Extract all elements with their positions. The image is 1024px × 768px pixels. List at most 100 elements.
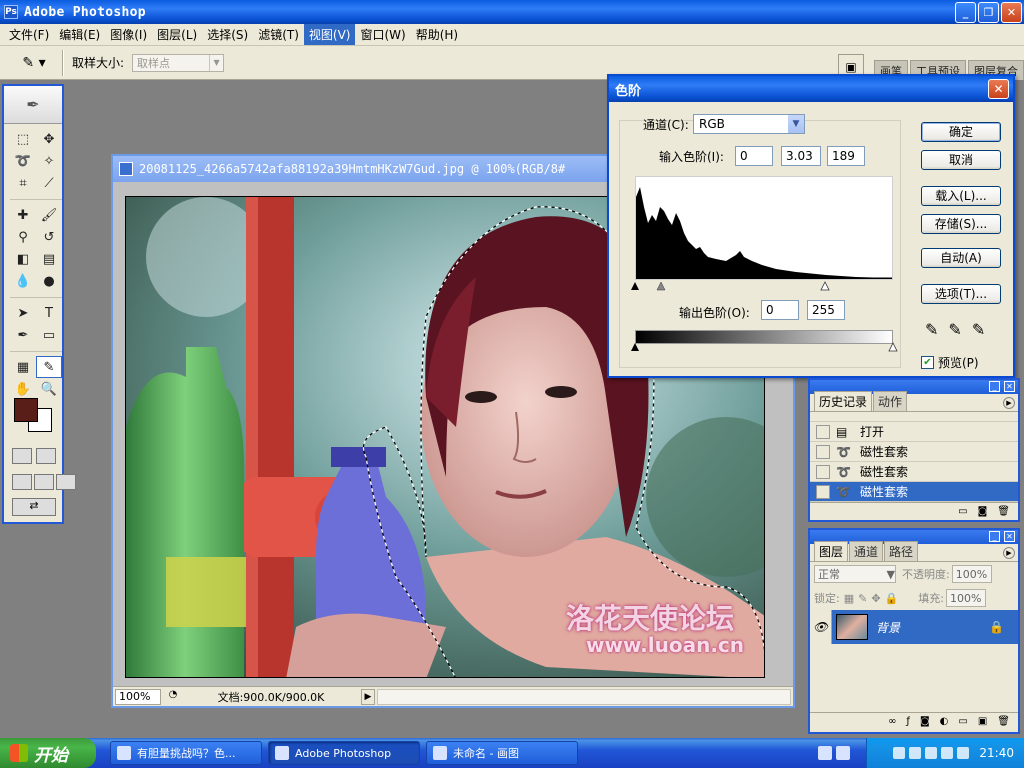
history-item-selected[interactable]: ➰ 磁性套索 — [810, 482, 1018, 502]
history-item[interactable]: ➰ 磁性套索 — [810, 442, 1018, 462]
cancel-button[interactable]: 取消 — [921, 150, 1001, 170]
hand-tool-icon[interactable]: ✋ — [10, 378, 36, 400]
layer-row-background[interactable]: 👁 背景 🔒 — [810, 610, 1018, 644]
menu-help[interactable]: 帮助(H) — [411, 24, 463, 45]
status-menu-arrow-icon[interactable]: ▶ — [361, 688, 375, 705]
notes-tool-icon[interactable]: ▦ — [10, 356, 36, 378]
menu-window[interactable]: 窗口(W) — [355, 24, 410, 45]
eyedropper-tool-preset-icon[interactable]: ✎ ▾ — [14, 50, 54, 76]
levels-title-bar[interactable]: 色阶 ✕ — [609, 76, 1013, 102]
taskbar-button-ie[interactable]: 有胆量挑战吗？色... — [110, 741, 262, 765]
tab-actions[interactable]: 动作 — [873, 391, 908, 411]
input-level-sliders[interactable] — [631, 280, 899, 292]
quick-mask-mode-icon[interactable] — [36, 448, 56, 464]
load-button[interactable]: 载入(L)... — [921, 186, 1001, 206]
path-selection-tool-icon[interactable]: ➤ — [10, 302, 36, 324]
output-level-white[interactable]: 255 — [807, 300, 845, 320]
levels-close-button[interactable]: ✕ — [988, 79, 1009, 99]
link-icon[interactable]: ∞ — [888, 716, 896, 727]
input-level-gamma[interactable]: 3.03 — [781, 146, 821, 166]
stamp-tool-icon[interactable]: ⚲ — [10, 226, 36, 248]
blend-mode-select[interactable]: 正常 ▼ — [814, 565, 896, 583]
menu-edit[interactable]: 编辑(E) — [54, 24, 105, 45]
tab-history[interactable]: 历史记录 — [814, 391, 873, 411]
fill-field[interactable]: 100% — [945, 589, 986, 607]
full-screen-menu-icon[interactable] — [34, 474, 54, 490]
pen-tool-icon[interactable]: ✒ — [10, 324, 36, 346]
shape-tool-icon[interactable]: ▭ — [36, 324, 62, 346]
tab-paths[interactable]: 路径 — [884, 541, 919, 561]
tab-channels[interactable]: 通道 — [849, 541, 884, 561]
layer-mask-icon[interactable]: ◙ — [920, 716, 930, 727]
options-button[interactable]: 选项(T)... — [921, 284, 1001, 304]
input-level-black[interactable]: 0 — [735, 146, 773, 166]
input-level-white[interactable]: 189 — [827, 146, 865, 166]
help-icon[interactable] — [836, 746, 850, 760]
menu-view[interactable]: 视图(V) — [303, 24, 356, 45]
new-document-from-state-icon[interactable]: ▭ — [958, 506, 967, 517]
auto-button[interactable]: 自动(A) — [921, 248, 1001, 268]
preview-checkbox[interactable]: ✔ 预览(P) — [921, 354, 979, 371]
gray-eyedropper-icon[interactable]: ✎ — [948, 320, 961, 339]
full-screen-icon[interactable] — [56, 474, 76, 490]
panel-close-icon[interactable]: ✕ — [1004, 381, 1015, 392]
channel-select[interactable]: RGB ▼ — [693, 114, 805, 134]
output-level-black[interactable]: 0 — [761, 300, 799, 320]
layer-style-icon[interactable]: ƒ — [906, 716, 910, 727]
horizontal-scrollbar[interactable] — [377, 688, 791, 705]
adjustment-layer-icon[interactable]: ◐ — [940, 716, 949, 727]
history-snapshot-row[interactable] — [810, 412, 1018, 422]
jump-to-imageready-icon[interactable]: ⇄ — [12, 498, 56, 516]
zoom-field[interactable]: 100% — [115, 688, 161, 705]
move-tool-icon[interactable]: ✥ — [36, 128, 62, 150]
foreground-color-swatch[interactable] — [14, 398, 38, 422]
ok-button[interactable]: 确定 — [921, 122, 1001, 142]
menu-image[interactable]: 图像(I) — [105, 24, 152, 45]
gradient-tool-icon[interactable]: ▤ — [36, 248, 62, 270]
standard-screen-icon[interactable] — [12, 474, 32, 490]
taskbar-button-paint[interactable]: 未命名 - 画图 — [426, 741, 578, 765]
app-title-bar[interactable]: Ps Adobe Photoshop _ ❐ ✕ — [0, 0, 1024, 24]
eraser-tool-icon[interactable]: ◧ — [10, 248, 36, 270]
panel-close-icon[interactable]: ✕ — [1004, 531, 1015, 542]
history-item[interactable]: ➰ 磁性套索 — [810, 462, 1018, 482]
tab-layers[interactable]: 图层 — [814, 541, 849, 561]
white-eyedropper-icon[interactable]: ✎ — [972, 320, 985, 339]
history-source-checkbox[interactable] — [816, 424, 830, 439]
history-brush-tool-icon[interactable]: ↺ — [36, 226, 62, 248]
panel-menu-icon[interactable]: ▶ — [1003, 397, 1015, 409]
toolbox-feather-logo-icon[interactable]: ✒ — [4, 86, 62, 124]
preview-check-icon[interactable]: ✔ — [921, 356, 934, 369]
tray-icon[interactable] — [893, 747, 906, 759]
minimize-button[interactable]: _ — [955, 2, 976, 23]
menu-select[interactable]: 选择(S) — [202, 24, 253, 45]
eyedropper-tool-icon[interactable]: ✎ — [36, 356, 62, 378]
type-tool-icon[interactable]: T — [36, 302, 62, 324]
standard-mode-icon[interactable] — [12, 448, 32, 464]
blur-tool-icon[interactable]: 💧 — [10, 270, 36, 292]
trash-icon[interactable]: 🗑 — [997, 506, 1010, 517]
history-source-checkbox[interactable] — [816, 484, 830, 499]
history-item[interactable]: ▤ 打开 — [810, 422, 1018, 442]
brush-tool-icon[interactable]: 🖌 — [36, 204, 62, 226]
keyboard-icon[interactable] — [818, 746, 832, 760]
start-button[interactable]: 开始 — [0, 738, 96, 768]
menu-layer[interactable]: 图层(L) — [152, 24, 202, 45]
lasso-tool-icon[interactable]: ➰ — [10, 150, 36, 172]
trash-icon[interactable]: 🗑 — [997, 716, 1010, 727]
eye-icon[interactable]: 👁 — [810, 610, 832, 644]
layers-empty-area[interactable] — [810, 644, 1018, 712]
output-level-sliders[interactable] — [631, 342, 899, 352]
healing-brush-tool-icon[interactable]: ✚ — [10, 204, 36, 226]
zoom-tool-icon[interactable]: 🔍 — [36, 378, 62, 400]
crop-tool-icon[interactable]: ⌗ — [10, 172, 36, 194]
navigator-icon[interactable]: ◔ — [165, 689, 181, 705]
doc-size-info[interactable]: 文档:900.0K/900.0K — [181, 689, 361, 705]
tray-icon[interactable] — [925, 747, 938, 759]
clock[interactable]: 21:40 — [979, 746, 1014, 760]
lock-options-icon[interactable]: ▦✎✥🔒 — [844, 592, 903, 605]
opacity-field[interactable]: 100% — [951, 565, 992, 583]
history-source-checkbox[interactable] — [816, 464, 830, 479]
taskbar-button-photoshop[interactable]: Adobe Photoshop — [268, 741, 420, 765]
slice-tool-icon[interactable]: ⟋ — [36, 172, 62, 194]
